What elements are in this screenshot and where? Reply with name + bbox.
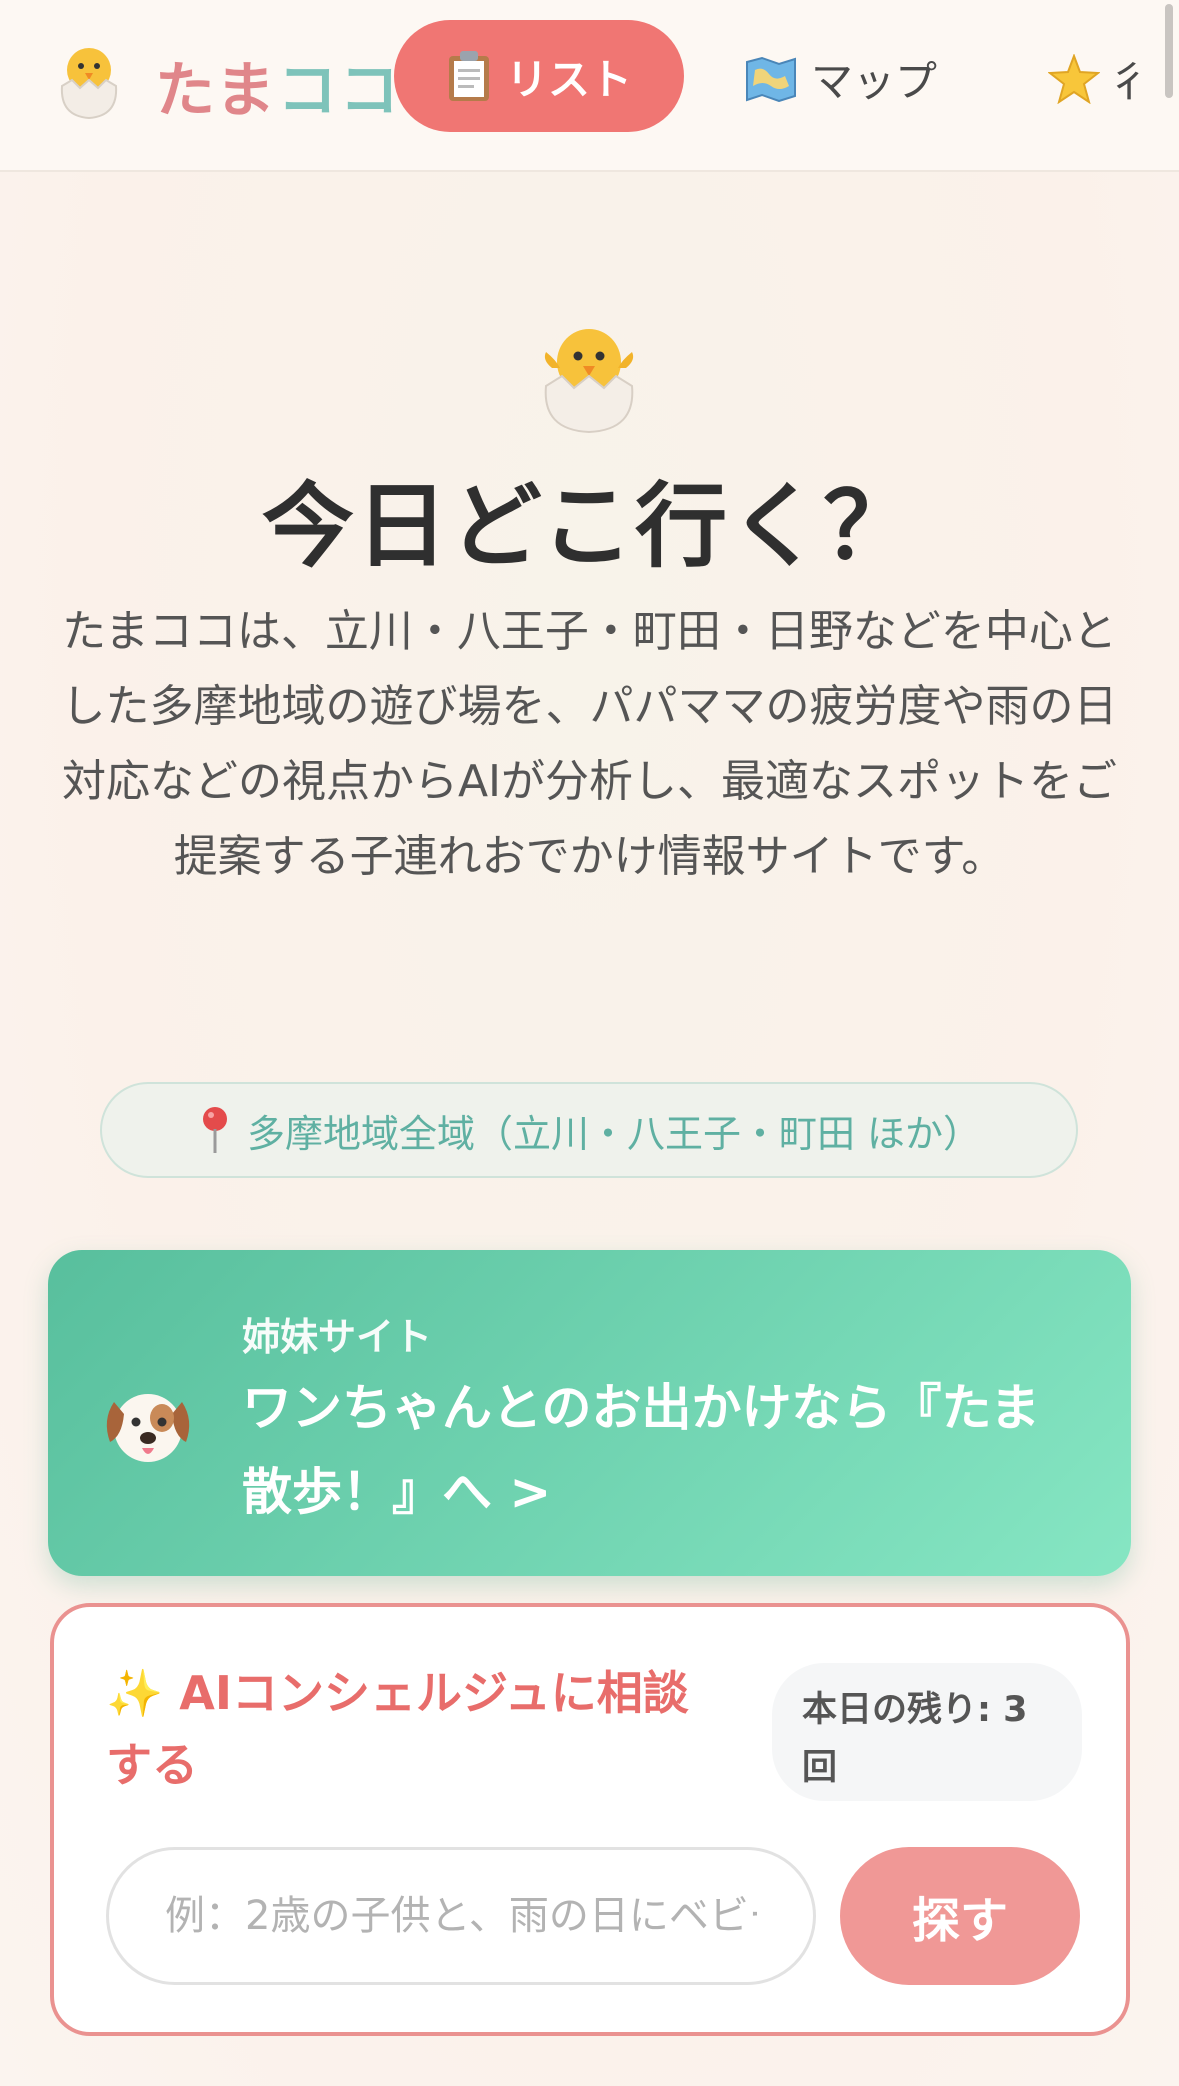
dog-icon bbox=[106, 1394, 190, 1462]
sister-site-label: 姉妹サイト bbox=[242, 1315, 433, 1359]
hatching-chick-icon[interactable] bbox=[52, 40, 126, 120]
sister-site-banner[interactable]: 姉妹サイト ワンちゃんとのお出かけなら『たま散歩！』へ > bbox=[48, 1250, 1131, 1576]
nav-tab-favorites-label: 彳 bbox=[1108, 57, 1151, 106]
ai-concierge-card: ✨ AIコンシェルジュに相談する 本日の残り: 3回 探す bbox=[50, 1603, 1130, 2036]
star-icon bbox=[1048, 53, 1100, 104]
map-icon bbox=[746, 56, 796, 102]
horizontal-nav-scrollbar[interactable] bbox=[1165, 4, 1173, 98]
remaining-count-badge: 本日の残り: 3回 bbox=[772, 1663, 1082, 1801]
site-logo[interactable]: たまココ bbox=[155, 42, 401, 129]
area-selector[interactable]: 多摩地域全域（立川・八王子・町田 ほか） bbox=[100, 1082, 1078, 1178]
search-button[interactable]: 探す bbox=[840, 1847, 1080, 1985]
pin-icon bbox=[202, 1107, 227, 1153]
logo-text-part1: たま bbox=[155, 56, 278, 126]
ai-question-input[interactable] bbox=[106, 1847, 816, 1985]
hatching-chick-icon bbox=[544, 329, 634, 434]
sister-site-link-text: ワンちゃんとのお出かけなら『たま散歩！』へ > bbox=[242, 1379, 1040, 1521]
top-nav-bar: たまココ リスト マップ 彳 bbox=[0, 0, 1179, 172]
page-title: 今日どこ行く？ bbox=[261, 473, 918, 580]
clipboard-icon bbox=[448, 51, 489, 101]
nav-tab-map[interactable]: マップ bbox=[745, 48, 937, 109]
nav-tab-list[interactable]: リスト bbox=[394, 20, 684, 132]
area-label: 多摩地域全域（立川・八王子・町田 ほか） bbox=[246, 1111, 982, 1156]
nav-tab-favorites[interactable]: 彳 bbox=[1048, 48, 1150, 109]
nav-tab-map-label: マップ bbox=[811, 57, 938, 106]
page: たまココ リスト マップ 彳 今日どこ行く？ たまココは、立川・八王子・町田・日… bbox=[0, 0, 1179, 2086]
nav-tab-list-label: リスト bbox=[505, 54, 632, 104]
site-description: たまココは、立川・八王子・町田・日野などを中心とした多摩地域の遊び場を、パパママ… bbox=[61, 606, 1118, 882]
logo-text-part2: ココ bbox=[277, 56, 402, 126]
ai-concierge-title: ✨ AIコンシェルジュに相談する bbox=[106, 1666, 689, 1792]
